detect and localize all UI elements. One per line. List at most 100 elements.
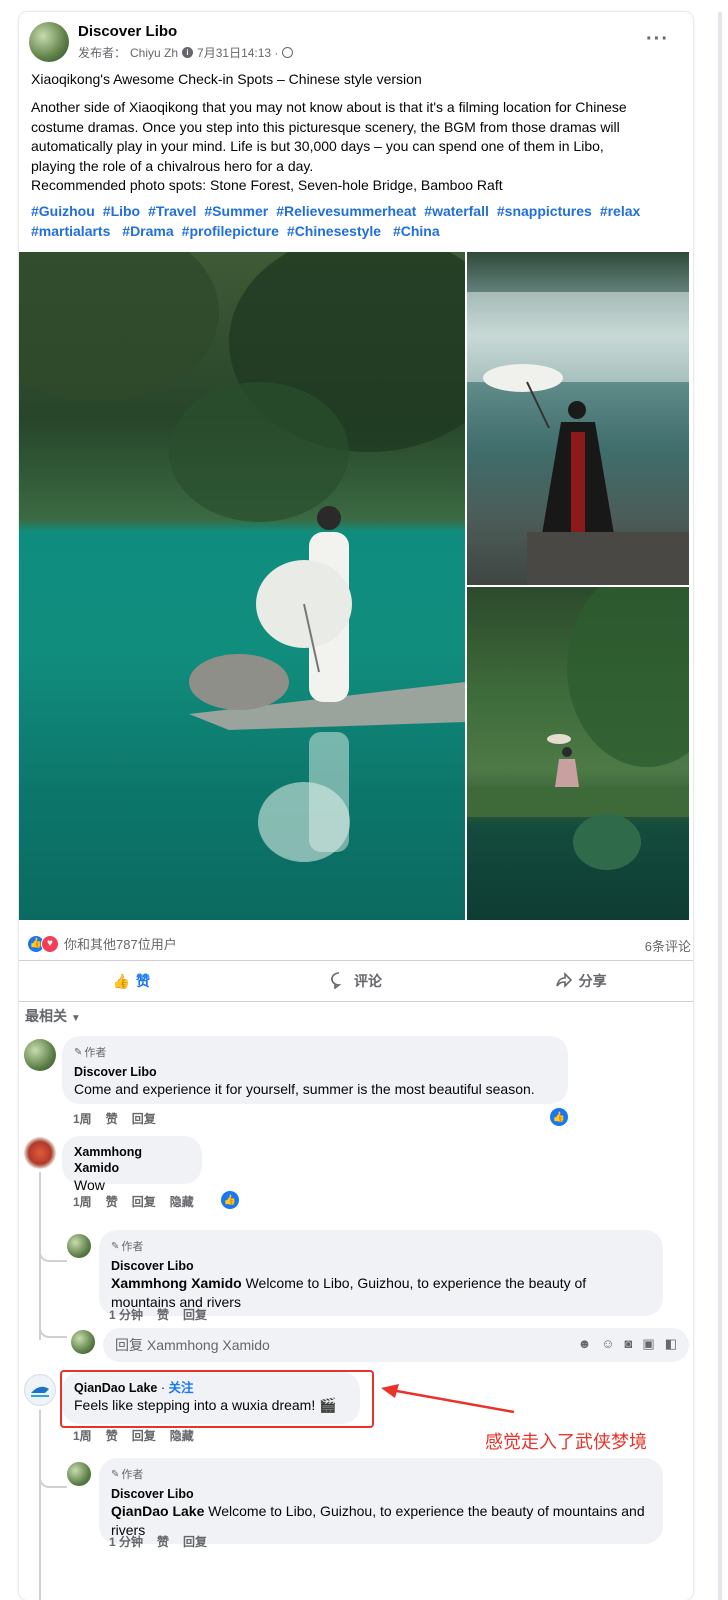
post-date[interactable]: 7月31日14:13 · — [197, 44, 278, 61]
comment-time[interactable]: 1 分钟 — [109, 1306, 143, 1323]
comment-sort-dropdown[interactable]: 最相关 ▼ — [25, 1006, 81, 1026]
reply-avatar[interactable] — [67, 1234, 91, 1258]
comment-like-badge-icon[interactable]: 👍 — [550, 1108, 568, 1126]
hashtag-link[interactable]: #Relievesummerheat — [276, 203, 416, 219]
reaction-summary[interactable]: 👍 ♥ 你和其他787位用户 — [27, 934, 177, 953]
hashtag-link[interactable]: #martialarts — [31, 223, 110, 239]
hashtag-link[interactable]: #waterfall — [424, 203, 489, 219]
hashtag-link[interactable]: #Chinesestyle — [287, 223, 381, 239]
comment-like-badge-icon[interactable]: 👍 — [221, 1191, 239, 1209]
like-button[interactable]: 👍 赞 — [19, 961, 244, 1001]
thread-elbow — [39, 1248, 67, 1262]
caret-down-icon: ▼ — [70, 1013, 81, 1024]
comment-text: Come and experience it for yourself, sum… — [74, 1081, 535, 1097]
author-badge-label: 作者 — [121, 1469, 144, 1481]
comment-bubble-icon — [330, 971, 348, 992]
hashtag-link[interactable]: #relax — [600, 203, 640, 219]
post-meta: 发布者： Chiyu Zh i 7月31日14:13 · — [78, 44, 294, 61]
comment-like-link[interactable]: 赞 — [106, 1110, 118, 1127]
emoji-icon[interactable]: ☺ — [601, 1336, 614, 1352]
photo-bridge-scene — [467, 587, 689, 870]
annotation-arrow-icon — [381, 1384, 515, 1414]
comment-time[interactable]: 1周 — [73, 1110, 92, 1127]
like-label: 赞 — [136, 973, 151, 989]
commenter-avatar[interactable] — [24, 1137, 56, 1169]
post-photo-main[interactable] — [19, 252, 465, 920]
post-body-line: playing the role of a chivalrous hero fo… — [31, 157, 314, 174]
share-label: 分享 — [578, 973, 607, 989]
pencil-icon: ✎ — [111, 1468, 120, 1480]
comment-reply-link[interactable]: 回复 — [132, 1110, 156, 1127]
commenter-name[interactable]: Discover Libo — [111, 1486, 651, 1502]
reaction-count: 你和其他787位用户 — [64, 937, 177, 952]
info-icon[interactable]: i — [182, 47, 194, 58]
comment-hide-link[interactable]: 隐藏 — [170, 1193, 194, 1210]
author-badge: ✎ 作者 — [111, 1238, 651, 1254]
commenter-name[interactable]: Discover Libo — [74, 1064, 556, 1080]
hashtag-link[interactable]: #Libo — [103, 203, 140, 219]
mention-link[interactable]: Xammhong Xamido — [111, 1275, 242, 1291]
comment-time[interactable]: 1 分钟 — [109, 1533, 143, 1550]
comment-reply-link[interactable]: 回复 — [132, 1427, 156, 1444]
thread-elbow — [39, 1474, 67, 1488]
post-body-line: Recommended photo spots: Stone Forest, S… — [31, 177, 503, 193]
love-reaction-icon: ♥ — [41, 934, 59, 953]
commenter-name[interactable]: Xammhong Xamido — [74, 1144, 190, 1176]
author-badge: ✎ 作者 — [74, 1044, 556, 1060]
comment-reply-link[interactable]: 回复 — [183, 1306, 207, 1323]
hashtag-link[interactable]: #snappictures — [497, 203, 592, 219]
hashtag-link[interactable]: #Drama — [122, 223, 173, 239]
reply-input[interactable]: 回复 Xammhong Xamido ☻ ☺ ◙ ▣ ◧ — [103, 1328, 689, 1362]
pencil-icon: ✎ — [111, 1240, 120, 1252]
annotation-highlight-box — [60, 1370, 374, 1428]
comment-time[interactable]: 1周 — [73, 1193, 92, 1210]
gif-icon[interactable]: ▣ — [642, 1336, 654, 1352]
comment-like-link[interactable]: 赞 — [106, 1193, 118, 1210]
hashtag-link[interactable]: #Summer — [204, 203, 268, 219]
hashtag-link[interactable]: #profilepicture — [182, 223, 279, 239]
page-avatar[interactable] — [29, 22, 69, 62]
mention-link[interactable]: QianDao Lake — [111, 1503, 204, 1519]
comment-like-link[interactable]: 赞 — [157, 1533, 169, 1550]
page-scrollbar[interactable] — [718, 12, 722, 1600]
hashtag-link[interactable]: #Travel — [148, 203, 196, 219]
post-header: Discover Libo 发布者： Chiyu Zh i 7月31日14:13… — [29, 22, 683, 66]
post-card: Discover Libo 发布者： Chiyu Zh i 7月31日14:13… — [19, 12, 693, 1600]
comment-hide-link[interactable]: 隐藏 — [170, 1427, 194, 1444]
camera-icon[interactable]: ◙ — [625, 1336, 633, 1352]
sort-label: 最相关 — [25, 1008, 67, 1024]
post-body-line: costume dramas. Once you step into this … — [31, 118, 620, 135]
commenter-avatar[interactable] — [24, 1039, 56, 1071]
more-options-button[interactable]: ··· — [646, 29, 669, 49]
comment-like-link[interactable]: 赞 — [157, 1306, 169, 1323]
comment-count[interactable]: 6条评论 — [645, 936, 691, 955]
publisher-name[interactable]: Chiyu Zh — [130, 46, 178, 60]
thread-elbow — [39, 1318, 67, 1338]
reply-avatar[interactable] — [67, 1462, 91, 1486]
comment-bubble: Xammhong Xamido Wow — [62, 1136, 202, 1193]
page-name[interactable]: Discover Libo — [78, 23, 177, 40]
post-body-line: Another side of Xiaoqikong that you may … — [31, 99, 627, 115]
commenter-avatar[interactable] — [24, 1374, 56, 1406]
comment-time[interactable]: 1周 — [73, 1427, 92, 1444]
comment-reply-link[interactable]: 回复 — [132, 1193, 156, 1210]
comment-actions: 1周 赞 回复 — [73, 1110, 156, 1127]
comment-like-link[interactable]: 赞 — [106, 1427, 118, 1444]
post-photo-bridge[interactable] — [467, 587, 689, 920]
pencil-icon: ✎ — [74, 1046, 83, 1058]
share-button[interactable]: 分享 — [468, 961, 693, 1001]
my-avatar[interactable] — [71, 1330, 95, 1354]
hashtag-link[interactable]: #Guizhou — [31, 203, 95, 219]
author-badge-label: 作者 — [84, 1047, 107, 1059]
comment-reply-link[interactable]: 回复 — [183, 1533, 207, 1550]
avatar-sticker-icon[interactable]: ☻ — [578, 1336, 592, 1352]
hashtag-link[interactable]: #China — [393, 223, 440, 239]
post-photo-waterfall[interactable] — [467, 252, 689, 585]
share-arrow-icon — [555, 971, 573, 992]
photo-main-scene — [19, 252, 465, 920]
sticker-icon[interactable]: ◧ — [665, 1336, 677, 1352]
post-body-line: automatically play in your mind. Life is… — [31, 138, 604, 154]
comment-button[interactable]: 评论 — [244, 961, 469, 1001]
publisher-prefix: 发布者： — [78, 46, 127, 60]
commenter-name[interactable]: Discover Libo — [111, 1258, 651, 1274]
